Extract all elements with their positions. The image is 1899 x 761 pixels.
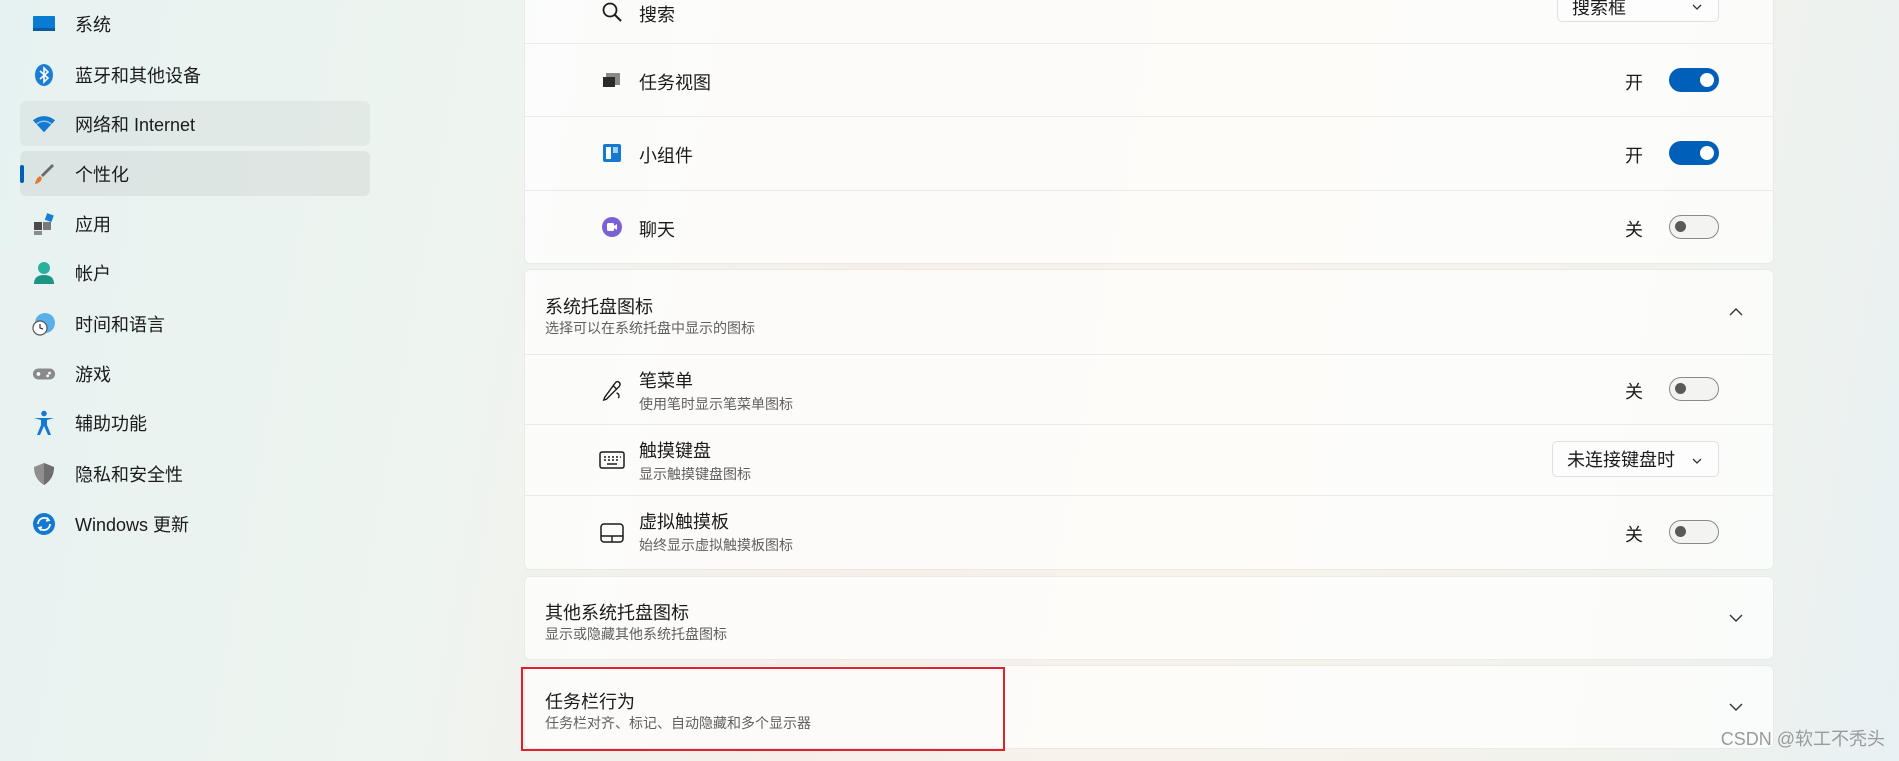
pen-menu-row: 笔菜单 使用笔时显示笔菜单图标 关 — [525, 355, 1773, 425]
search-label: 搜索 — [639, 5, 675, 25]
sidebar-item-label: 游戏 — [75, 364, 111, 385]
clock-globe-icon — [32, 312, 56, 336]
chevron-down-icon[interactable] — [1727, 609, 1745, 627]
widgets-row: 小组件 开 — [525, 117, 1773, 191]
other-tray-icons-expander[interactable]: 其他系统托盘图标 显示或隐藏其他系统托盘图标 — [524, 576, 1774, 660]
touchpad-icon — [600, 522, 624, 544]
sidebar-item-label: 应用 — [75, 214, 111, 235]
chevron-down-icon — [1690, 0, 1704, 19]
toggle-state-label: 关 — [1625, 220, 1643, 240]
sidebar-item-personalization[interactable]: 个性化 — [20, 151, 370, 196]
sidebar-item-network[interactable]: 网络和 Internet — [20, 101, 370, 146]
chat-toggle[interactable] — [1669, 215, 1719, 239]
sidebar-item-gaming[interactable]: 游戏 — [20, 351, 370, 396]
taskbar-behaviors-expander[interactable]: 任务栏行为 任务栏对齐、标记、自动隐藏和多个显示器 — [524, 665, 1774, 749]
apps-icon — [32, 212, 56, 236]
section-title: 系统托盘图标 — [545, 297, 653, 317]
search-row: 搜索 搜索框 — [525, 0, 1773, 44]
chat-label: 聊天 — [639, 220, 675, 240]
settings-sidebar: 系统 蓝牙和其他设备 网络和 Internet 个性化 应用 帐户 时间和语言 … — [0, 0, 380, 761]
shield-icon — [32, 462, 56, 486]
sidebar-item-label: 网络和 Internet — [75, 114, 196, 135]
section-title: 其他系统托盘图标 — [545, 603, 689, 623]
section-subtitle: 任务栏对齐、标记、自动隐藏和多个显示器 — [545, 715, 811, 731]
touch-keyboard-dropdown[interactable]: 未连接键盘时 — [1552, 441, 1719, 477]
touch-keyboard-subtitle: 显示触摸键盘图标 — [639, 466, 751, 482]
chevron-up-icon[interactable] — [1727, 303, 1745, 321]
sidebar-item-apps[interactable]: 应用 — [20, 201, 370, 246]
toggle-state-label: 关 — [1625, 382, 1643, 402]
sidebar-item-label: 系统 — [75, 14, 111, 35]
dropdown-value: 搜索框 — [1572, 0, 1626, 18]
accessibility-icon — [32, 410, 56, 435]
task-view-row: 任务视图 开 — [525, 44, 1773, 117]
pen-menu-toggle[interactable] — [1669, 377, 1719, 401]
sidebar-item-accessibility[interactable]: 辅助功能 — [20, 400, 370, 445]
sidebar-item-label: 帐户 — [75, 263, 111, 284]
sidebar-item-label: 时间和语言 — [75, 314, 165, 335]
toggle-knob — [1700, 146, 1714, 160]
widgets-label: 小组件 — [639, 146, 693, 166]
pen-menu-subtitle: 使用笔时显示笔菜单图标 — [639, 396, 793, 412]
touch-keyboard-row: 触摸键盘 显示触摸键盘图标 未连接键盘时 — [525, 425, 1773, 496]
toggle-state-label: 开 — [1625, 73, 1643, 93]
toggle-state-label: 关 — [1625, 525, 1643, 545]
widgets-toggle[interactable] — [1669, 141, 1719, 165]
update-icon — [32, 512, 56, 536]
system-icon — [32, 12, 56, 36]
chevron-down-icon[interactable] — [1727, 698, 1745, 716]
sidebar-item-label: 隐私和安全性 — [75, 464, 183, 485]
sidebar-item-label: 蓝牙和其他设备 — [75, 65, 201, 86]
system-tray-icons-header[interactable]: 系统托盘图标 选择可以在系统托盘中显示的图标 — [525, 270, 1773, 355]
toggle-knob — [1675, 221, 1686, 232]
watermark: CSDN @软工不秃头 — [1720, 729, 1885, 749]
keyboard-icon — [599, 449, 625, 471]
bluetooth-icon — [32, 63, 56, 87]
toggle-knob — [1700, 73, 1714, 87]
section-subtitle: 选择可以在系统托盘中显示的图标 — [545, 320, 755, 336]
sidebar-item-system[interactable]: 系统 — [20, 1, 370, 46]
sidebar-item-accounts[interactable]: 帐户 — [20, 250, 370, 295]
virtual-touchpad-row: 虚拟触摸板 始终显示虚拟触摸板图标 关 — [525, 496, 1773, 571]
virtual-touchpad-toggle[interactable] — [1669, 520, 1719, 544]
toggle-knob — [1675, 383, 1686, 394]
pen-icon — [601, 379, 623, 402]
widgets-icon — [601, 142, 623, 164]
toggle-state-label: 开 — [1625, 146, 1643, 166]
task-view-label: 任务视图 — [639, 73, 711, 93]
selection-indicator — [20, 165, 24, 183]
section-subtitle: 显示或隐藏其他系统托盘图标 — [545, 626, 727, 642]
pen-menu-title: 笔菜单 — [639, 371, 693, 391]
sidebar-item-label: Windows 更新 — [75, 514, 190, 535]
search-mode-dropdown[interactable]: 搜索框 — [1557, 0, 1719, 22]
toggle-knob — [1675, 526, 1686, 537]
sidebar-item-bluetooth[interactable]: 蓝牙和其他设备 — [20, 52, 370, 97]
sidebar-item-label: 辅助功能 — [75, 413, 147, 434]
chevron-down-icon — [1690, 452, 1704, 473]
chat-icon — [601, 216, 623, 238]
virtual-touchpad-subtitle: 始终显示虚拟触摸板图标 — [639, 537, 793, 553]
dropdown-value: 未连接键盘时 — [1567, 450, 1675, 470]
wifi-icon — [32, 112, 56, 136]
sidebar-item-privacy[interactable]: 隐私和安全性 — [20, 451, 370, 496]
task-view-icon — [601, 69, 623, 91]
chat-row: 聊天 关 — [525, 191, 1773, 265]
account-icon — [32, 261, 56, 285]
taskbar-items-card: 搜索 搜索框 任务视图 开 小组件 开 聊天 关 — [524, 0, 1774, 264]
brush-icon — [32, 162, 56, 186]
task-view-toggle[interactable] — [1669, 68, 1719, 92]
sidebar-item-label: 个性化 — [75, 164, 129, 185]
section-title: 任务栏行为 — [545, 692, 635, 712]
gamepad-icon — [32, 362, 56, 386]
system-tray-icons-card: 系统托盘图标 选择可以在系统托盘中显示的图标 笔菜单 使用笔时显示笔菜单图标 关… — [524, 269, 1774, 570]
touch-keyboard-title: 触摸键盘 — [639, 441, 711, 461]
sidebar-item-windows-update[interactable]: Windows 更新 — [20, 501, 370, 546]
virtual-touchpad-title: 虚拟触摸板 — [639, 512, 729, 532]
search-icon — [601, 1, 623, 23]
sidebar-item-time-language[interactable]: 时间和语言 — [20, 301, 370, 346]
